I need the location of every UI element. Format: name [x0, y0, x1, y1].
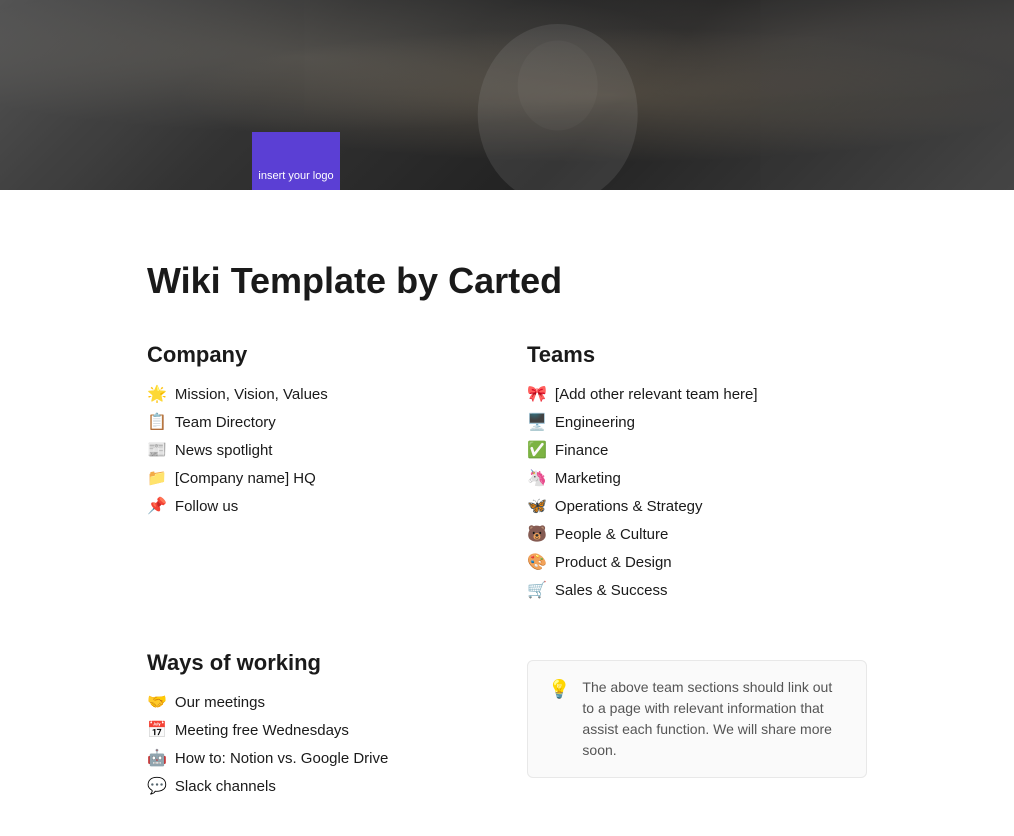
nav-label: Operations & Strategy [555, 498, 703, 515]
nav-label: [Company name] HQ [175, 470, 316, 487]
nav-label: Product & Design [555, 554, 672, 571]
emoji-icon: 🎨 [527, 552, 547, 572]
callout-icon: 💡 [548, 679, 570, 700]
emoji-icon: 🦄 [527, 468, 547, 488]
emoji-icon: 📌 [147, 496, 167, 516]
list-item[interactable]: ✅ Finance [527, 440, 867, 460]
emoji-icon: 🤖 [147, 748, 167, 768]
emoji-icon: 🛒 [527, 580, 547, 600]
ways-of-working-section: Ways of working 🤝 Our meetings 📅 Meeting… [147, 650, 487, 796]
emoji-icon: 🦋 [527, 496, 547, 516]
company-section: Company 🌟 Mission, Vision, Values 📋 Team… [147, 342, 487, 600]
nav-label: Team Directory [175, 414, 276, 431]
nav-label: Mission, Vision, Values [175, 386, 328, 403]
emoji-icon: 🎀 [527, 384, 547, 404]
list-item[interactable]: 🐻 People & Culture [527, 524, 867, 544]
list-item[interactable]: 💬 Slack channels [147, 776, 487, 796]
list-item[interactable]: 📅 Meeting free Wednesdays [147, 720, 487, 740]
callout-text: The above team sections should link out … [582, 677, 846, 761]
list-item[interactable]: 🤝 Our meetings [147, 692, 487, 712]
teams-section-title: Teams [527, 342, 867, 368]
emoji-icon: 📋 [147, 412, 167, 432]
emoji-icon: 📁 [147, 468, 167, 488]
company-nav-list: 🌟 Mission, Vision, Values 📋 Team Directo… [147, 384, 487, 516]
teams-section: Teams 🎀 [Add other relevant team here] 🖥… [527, 342, 867, 600]
list-item[interactable]: 🎨 Product & Design [527, 552, 867, 572]
ways-section-title: Ways of working [147, 650, 487, 676]
emoji-icon: 🖥️ [527, 412, 547, 432]
list-item[interactable]: 📰 News spotlight [147, 440, 487, 460]
callout-box: 💡 The above team sections should link ou… [527, 660, 867, 778]
nav-label: Marketing [555, 470, 621, 487]
hero-banner: insert your logo [0, 0, 1014, 190]
company-section-title: Company [147, 342, 487, 368]
list-item[interactable]: 📌 Follow us [147, 496, 487, 516]
top-columns: Company 🌟 Mission, Vision, Values 📋 Team… [147, 342, 867, 600]
logo-text: insert your logo [254, 165, 337, 187]
list-item[interactable]: 🌟 Mission, Vision, Values [147, 384, 487, 404]
list-item[interactable]: 🦋 Operations & Strategy [527, 496, 867, 516]
list-item[interactable]: 📁 [Company name] HQ [147, 468, 487, 488]
nav-label: Sales & Success [555, 582, 668, 599]
page-title: Wiki Template by Carted [147, 250, 867, 302]
emoji-icon: 🐻 [527, 524, 547, 544]
logo-box: insert your logo [252, 132, 340, 190]
emoji-icon: 🌟 [147, 384, 167, 404]
list-item[interactable]: 🛒 Sales & Success [527, 580, 867, 600]
emoji-icon: 📅 [147, 720, 167, 740]
nav-label: Our meetings [175, 694, 265, 711]
bottom-columns: Ways of working 🤝 Our meetings 📅 Meeting… [147, 640, 867, 796]
list-item[interactable]: 🖥️ Engineering [527, 412, 867, 432]
emoji-icon: 💬 [147, 776, 167, 796]
page-content: Wiki Template by Carted Company 🌟 Missio… [127, 190, 887, 836]
nav-label: Follow us [175, 498, 238, 515]
nav-label: Finance [555, 442, 608, 459]
list-item[interactable]: 🎀 [Add other relevant team here] [527, 384, 867, 404]
emoji-icon: 📰 [147, 440, 167, 460]
nav-label: News spotlight [175, 442, 273, 459]
ways-nav-list: 🤝 Our meetings 📅 Meeting free Wednesdays… [147, 692, 487, 796]
nav-label: Engineering [555, 414, 635, 431]
emoji-icon: 🤝 [147, 692, 167, 712]
nav-label: Meeting free Wednesdays [175, 722, 349, 739]
emoji-icon: ✅ [527, 440, 547, 460]
nav-label: Slack channels [175, 778, 276, 795]
hero-image [0, 0, 1014, 190]
teams-nav-list: 🎀 [Add other relevant team here] 🖥️ Engi… [527, 384, 867, 600]
nav-label: People & Culture [555, 526, 668, 543]
nav-label: [Add other relevant team here] [555, 386, 758, 403]
list-item[interactable]: 🦄 Marketing [527, 468, 867, 488]
list-item[interactable]: 🤖 How to: Notion vs. Google Drive [147, 748, 487, 768]
nav-label: How to: Notion vs. Google Drive [175, 750, 388, 767]
list-item[interactable]: 📋 Team Directory [147, 412, 487, 432]
